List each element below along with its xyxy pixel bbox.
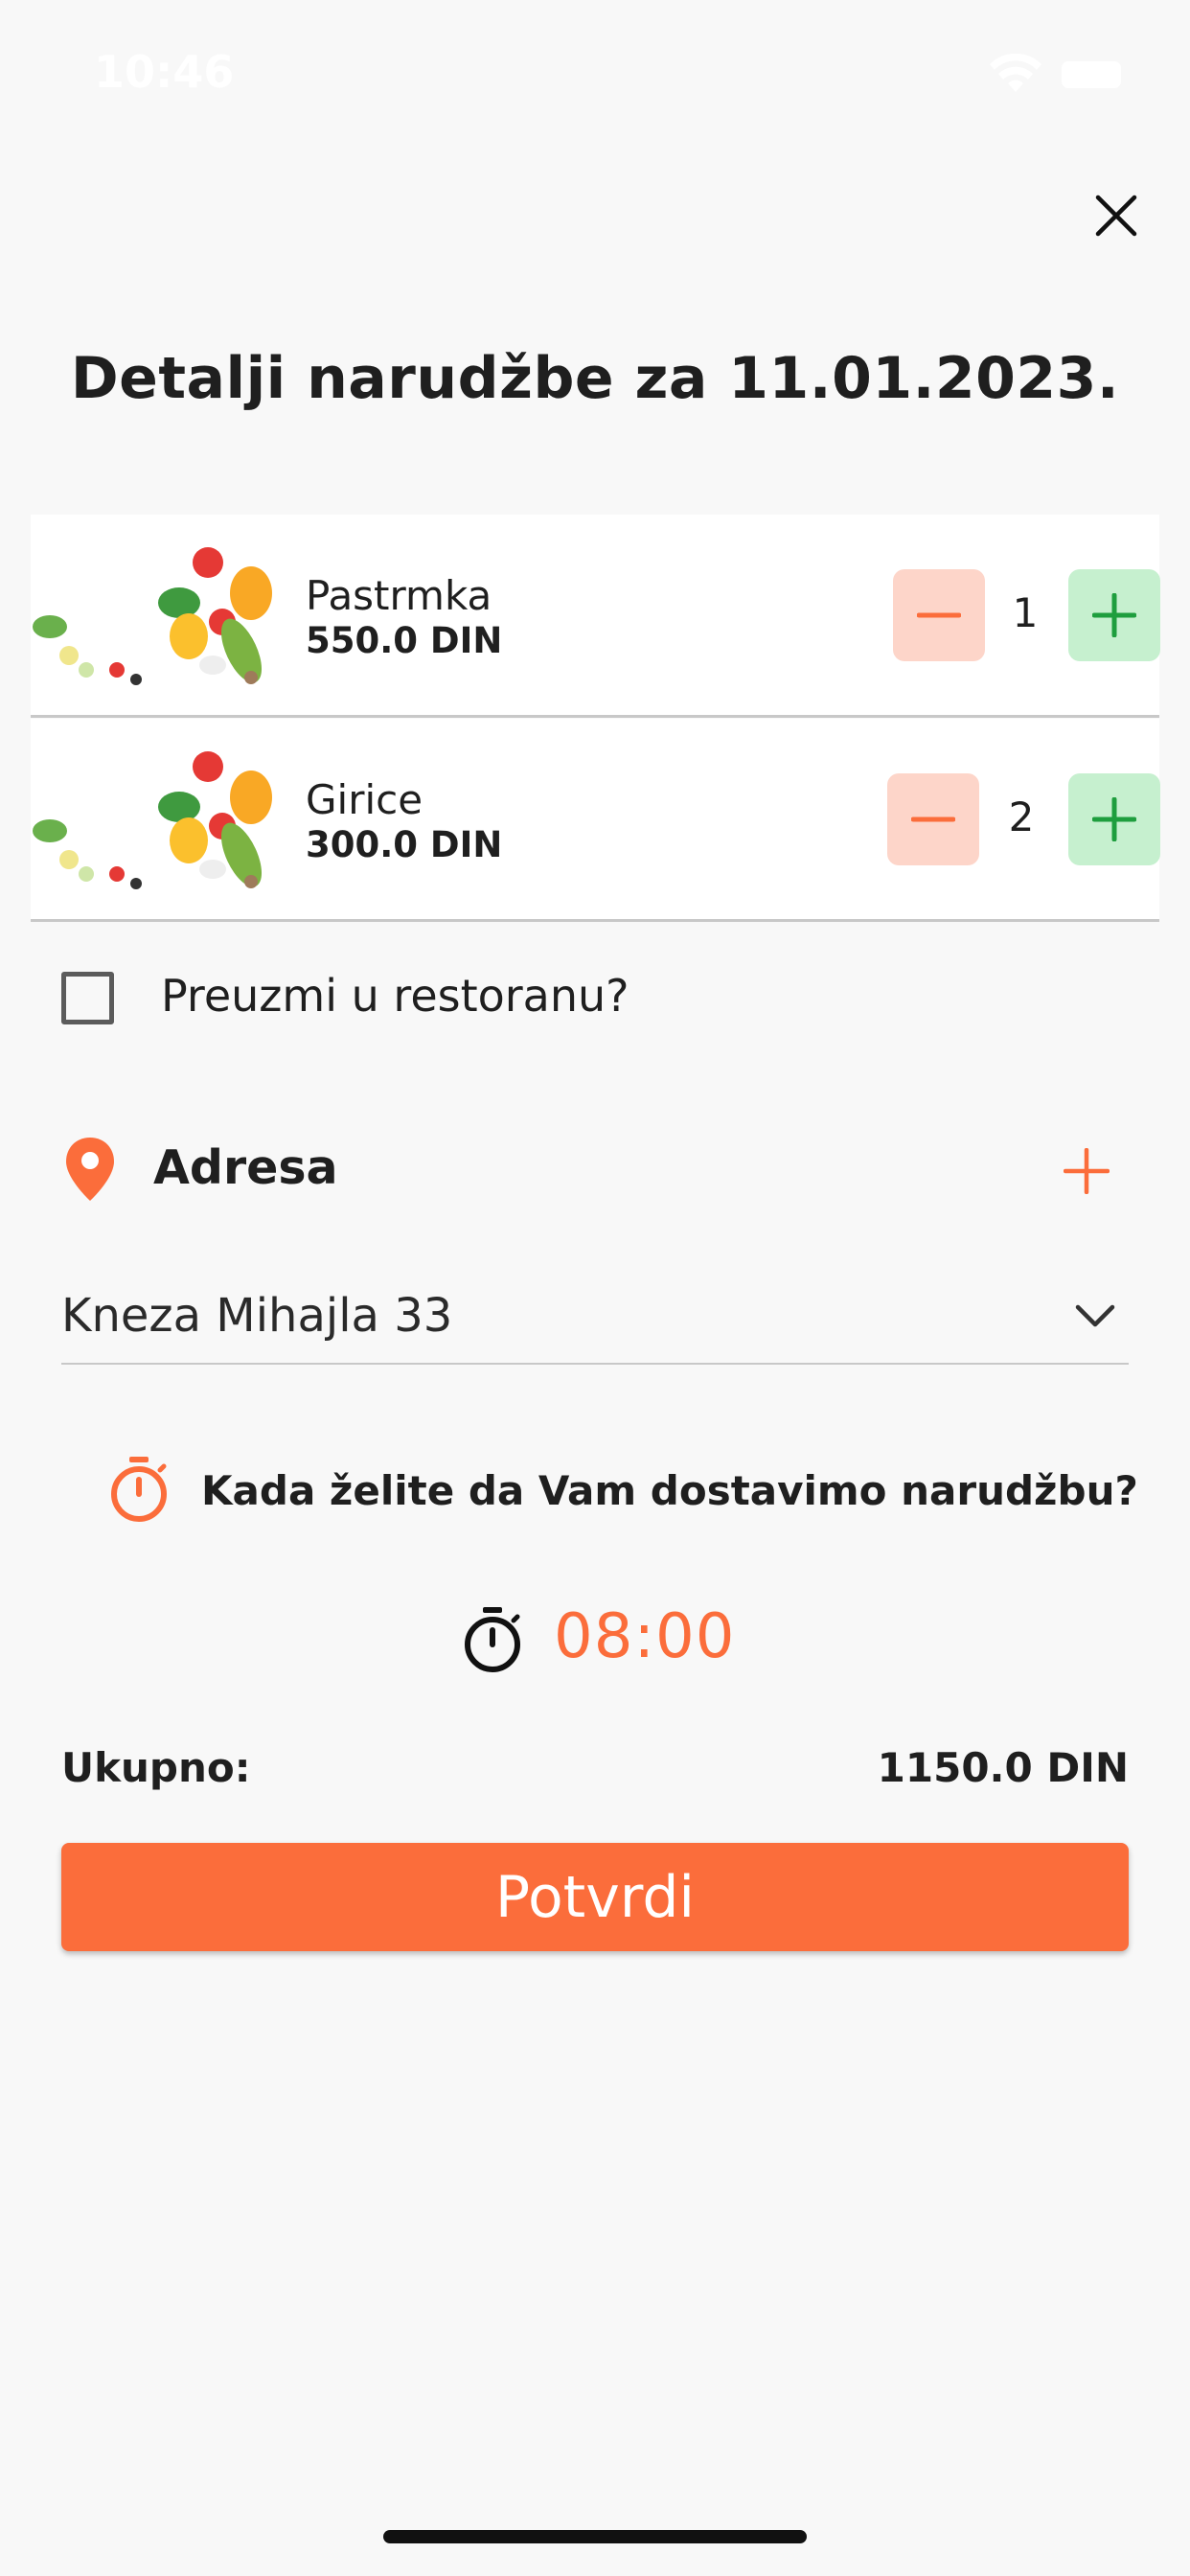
- confirm-button[interactable]: Potvrdi: [61, 1843, 1129, 1951]
- delivery-time-picker[interactable]: 08:00: [0, 1596, 1190, 1682]
- item-name: Girice: [306, 776, 423, 823]
- address-title: Adresa: [153, 1140, 338, 1195]
- minus-icon: [911, 816, 955, 822]
- delivery-question: Kada želite da Vam dostavimo narudžbu?: [201, 1467, 1138, 1514]
- delivery-time: 08:00: [554, 1601, 736, 1672]
- item-price: 550.0 DIN: [306, 620, 503, 661]
- food-image: [31, 740, 275, 896]
- chevron-down-icon: [1075, 1304, 1115, 1327]
- plus-icon: [1092, 797, 1136, 841]
- battery-icon: [1062, 61, 1121, 88]
- pickup-checkbox[interactable]: [61, 972, 114, 1024]
- decrease-quantity-button[interactable]: [887, 773, 979, 865]
- minus-icon: [917, 612, 961, 618]
- close-button[interactable]: [1087, 187, 1145, 244]
- quantity-value: 2: [1008, 794, 1035, 840]
- item-name: Pastrmka: [306, 572, 492, 619]
- address-dropdown[interactable]: Kneza Mihajla 33: [61, 1275, 1129, 1365]
- location-pin-icon: [66, 1138, 114, 1201]
- total-value: 1150.0 DIN: [877, 1744, 1129, 1791]
- wifi-icon: [990, 54, 1041, 92]
- status-time: 10:46: [94, 46, 235, 98]
- increase-quantity-button[interactable]: [1068, 569, 1160, 661]
- pickup-label: Preuzmi u restoranu?: [161, 970, 629, 1022]
- timer-icon: [111, 1457, 167, 1522]
- decrease-quantity-button[interactable]: [893, 569, 985, 661]
- page-title: Detalji narudžbe za 11.01.2023.: [70, 345, 1120, 412]
- timer-icon: [465, 1607, 520, 1672]
- increase-quantity-button[interactable]: [1068, 773, 1160, 865]
- home-indicator: [383, 2530, 807, 2543]
- status-bar: 10:46: [0, 0, 1190, 144]
- quantity-value: 1: [1012, 589, 1039, 636]
- food-image: [31, 536, 275, 692]
- order-item: Pastrmka 550.0 DIN 1: [31, 515, 1160, 718]
- add-address-button[interactable]: [1056, 1140, 1117, 1202]
- plus-icon: [1092, 593, 1136, 637]
- order-item: Girice 300.0 DIN 2: [31, 719, 1160, 922]
- plus-icon: [1064, 1148, 1110, 1194]
- close-icon: [1095, 195, 1137, 237]
- total-label: Ukupno:: [61, 1744, 251, 1791]
- item-price: 300.0 DIN: [306, 824, 503, 865]
- address-value: Kneza Mihajla 33: [61, 1289, 453, 1343]
